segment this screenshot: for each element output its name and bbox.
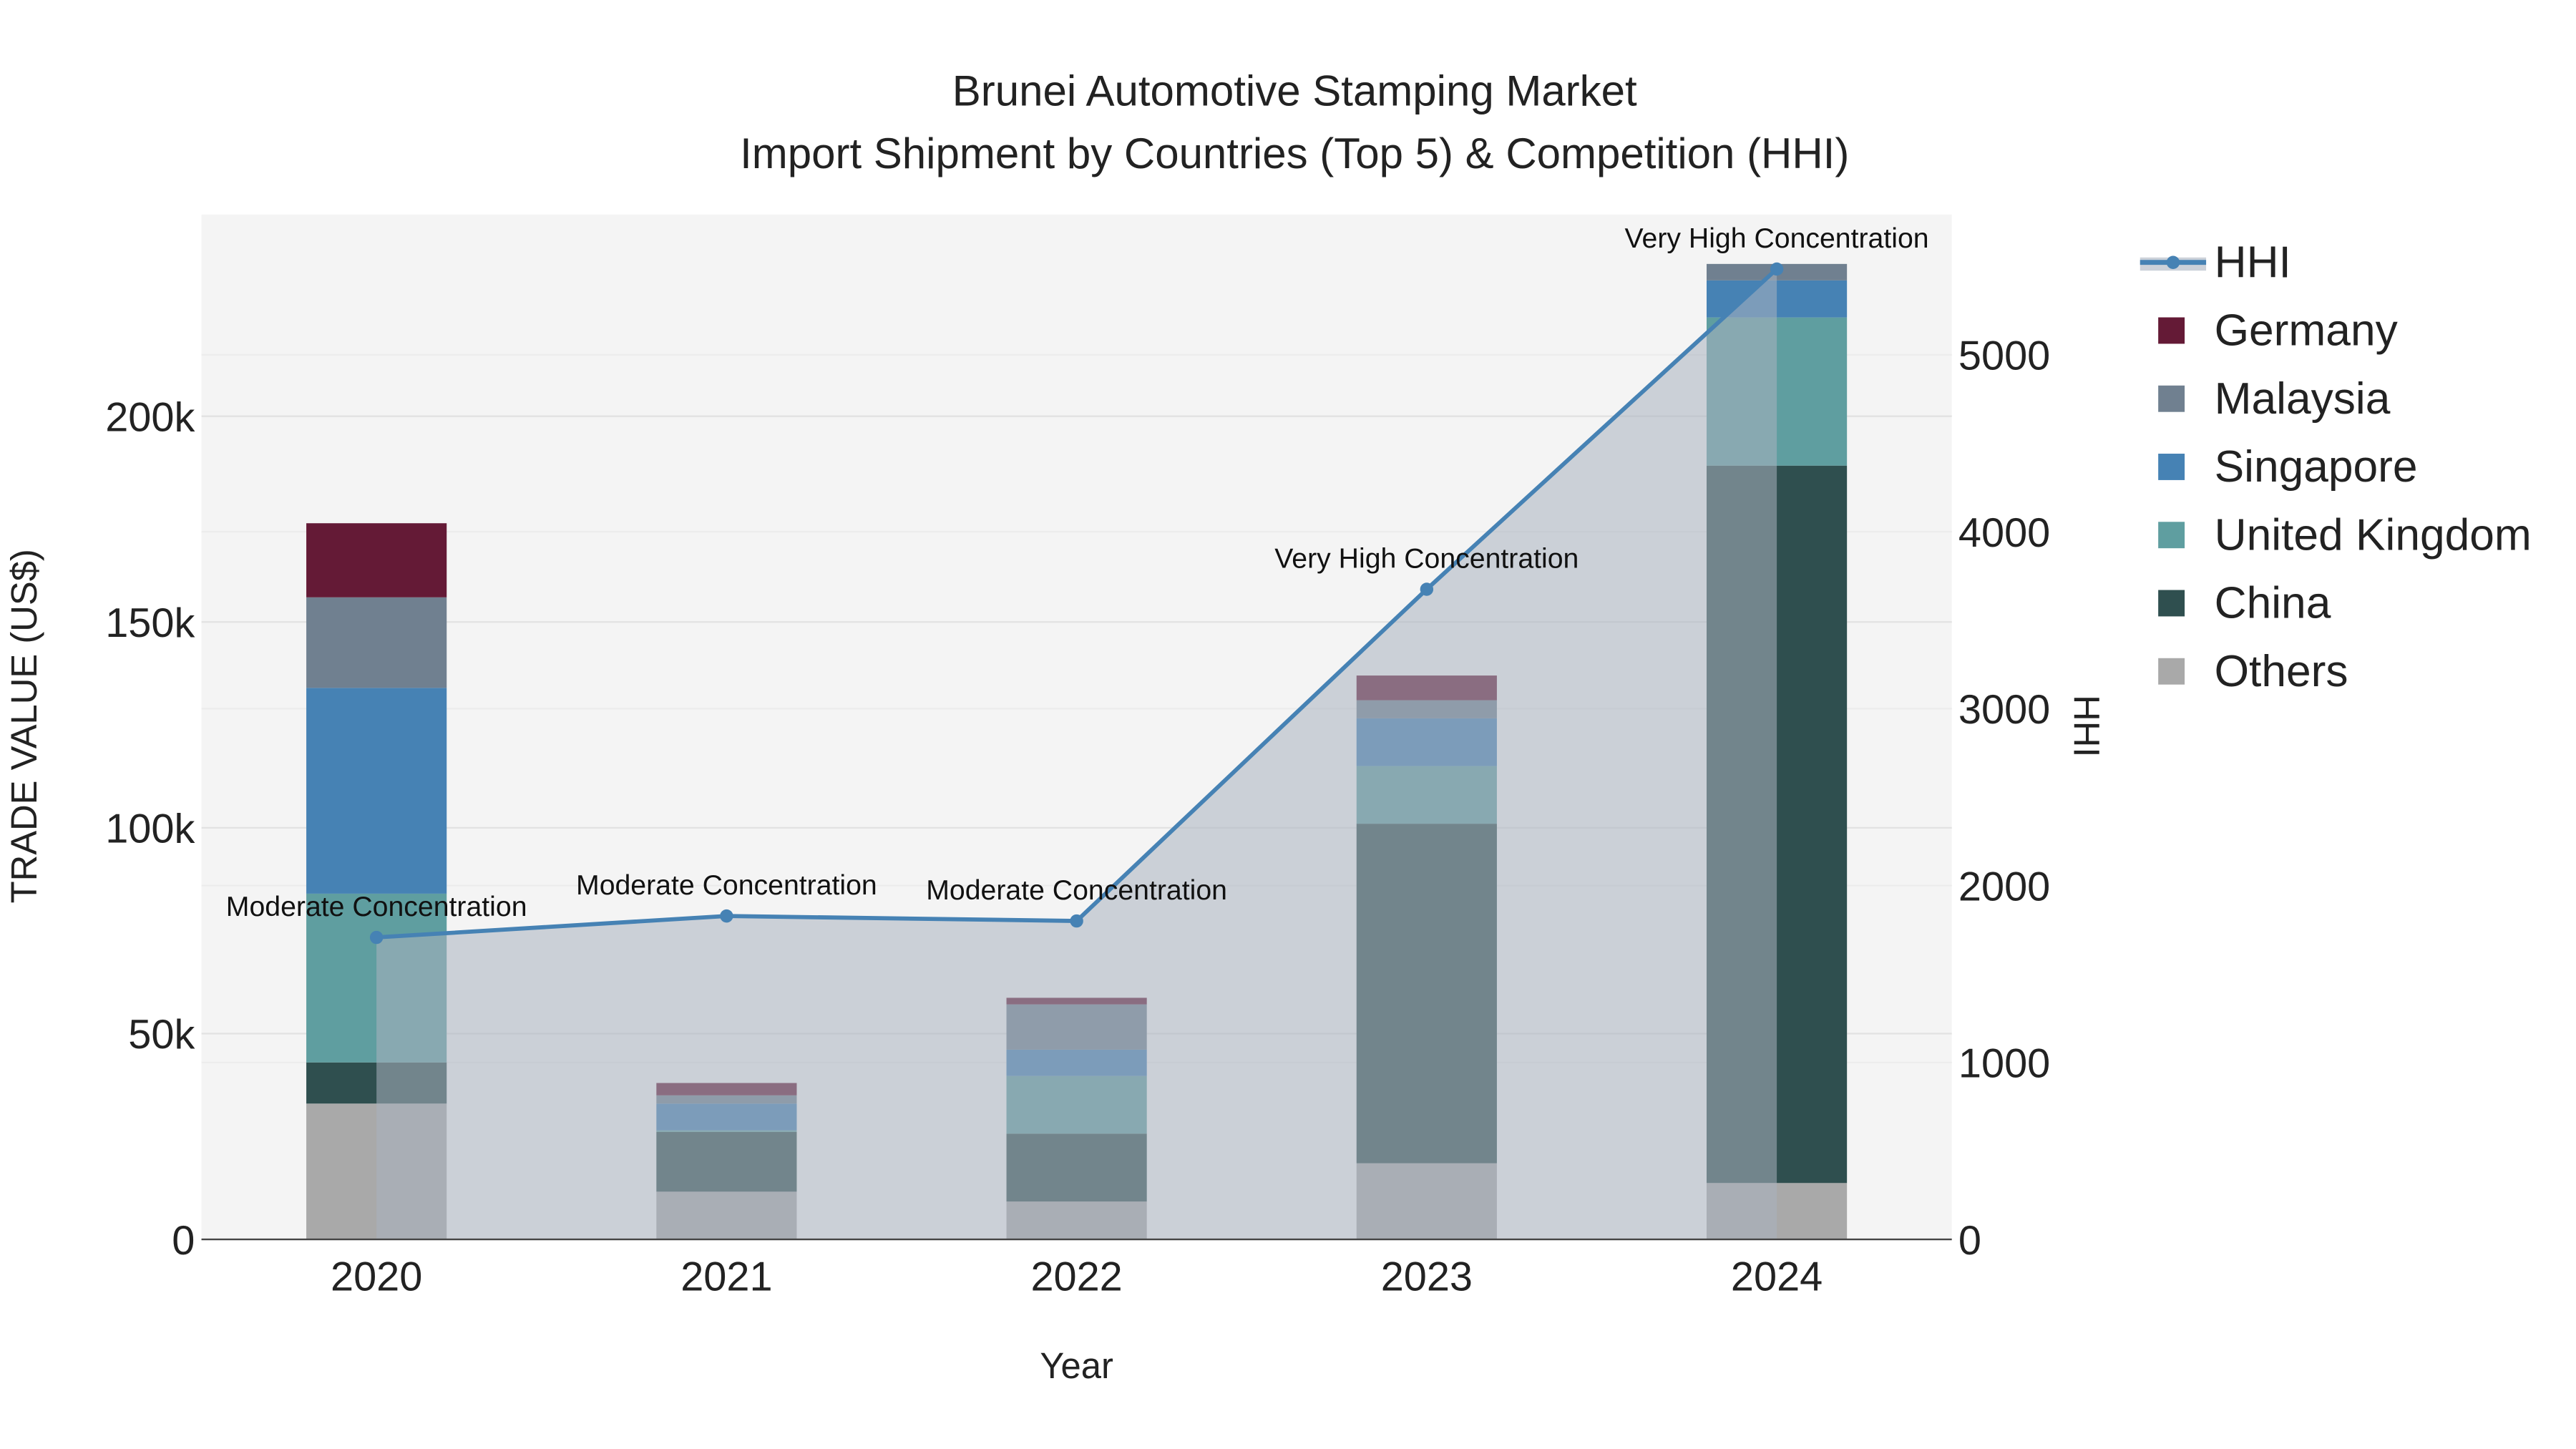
- hhi-annotation: Moderate Concentration: [926, 875, 1227, 906]
- y2-tick-label: 2000: [1958, 864, 2050, 909]
- legend-swatch: [2158, 454, 2185, 480]
- bar-segment-singapore: [306, 688, 447, 894]
- x-tick-label: 2021: [680, 1254, 772, 1300]
- hhi-annotation: Very High Concentration: [1274, 544, 1579, 575]
- legend-swatch-hhi-marker: [2166, 255, 2180, 269]
- hhi-point: [720, 909, 733, 923]
- legend-label: China: [2215, 579, 2331, 628]
- y-tick-label: 0: [172, 1218, 195, 1264]
- y2-tick-label: 1000: [1958, 1041, 2050, 1087]
- y2-axis-label: HHI: [2066, 695, 2107, 757]
- legend-swatch: [2158, 317, 2185, 344]
- legend-swatch: [2158, 522, 2185, 549]
- legend-label: Malaysia: [2215, 374, 2391, 424]
- hhi-point: [1070, 914, 1083, 928]
- x-tick-label: 2020: [331, 1254, 422, 1300]
- x-tick-label: 2022: [1030, 1254, 1122, 1300]
- x-tick-label: 2023: [1381, 1254, 1473, 1300]
- x-tick-label: 2024: [1731, 1254, 1823, 1300]
- legend-label: Others: [2215, 647, 2348, 696]
- legend-label: Germany: [2215, 306, 2399, 356]
- chart-title: Brunei Automotive Stamping Market: [952, 67, 1637, 115]
- y2-tick-label: 3000: [1958, 687, 2050, 733]
- y-tick-label: 100k: [105, 806, 195, 852]
- legend-label: HHI: [2215, 238, 2291, 287]
- hhi-point: [1420, 582, 1434, 596]
- bar-segment-malaysia: [306, 597, 447, 688]
- hhi-stacked-bar-chart: Moderate Concentration Moderate Concentra…: [4, 67, 2532, 1386]
- x-axis-label: Year: [1040, 1345, 1113, 1386]
- legend-swatch: [2158, 590, 2185, 617]
- bar-segment-germany: [306, 523, 447, 597]
- hhi-annotation: Moderate Concentration: [576, 870, 877, 901]
- y2-tick-label: 4000: [1958, 510, 2050, 556]
- legend: HHI Germany Malaysia Singapore United Kingdo…: [2140, 238, 2532, 696]
- legend-swatch: [2158, 385, 2185, 412]
- legend-label: Singapore: [2215, 442, 2418, 492]
- y2-tick-label: 5000: [1958, 333, 2050, 379]
- y-tick-label: 150k: [105, 600, 195, 646]
- hhi-annotation: Very High Concentration: [1625, 223, 1929, 254]
- y-axis-label: TRADE VALUE (US$): [4, 549, 44, 903]
- hhi-point: [1770, 262, 1784, 276]
- y-tick-label: 50k: [128, 1012, 195, 1058]
- chart-subtitle: Import Shipment by Countries (Top 5) & C…: [740, 130, 1849, 177]
- y-tick-label: 200k: [105, 394, 195, 440]
- legend-swatch: [2158, 658, 2185, 685]
- y2-tick-label: 0: [1958, 1218, 1981, 1264]
- legend-label: United Kingdom: [2215, 511, 2532, 560]
- hhi-annotation: Moderate Concentration: [226, 892, 527, 922]
- hhi-point: [369, 930, 384, 945]
